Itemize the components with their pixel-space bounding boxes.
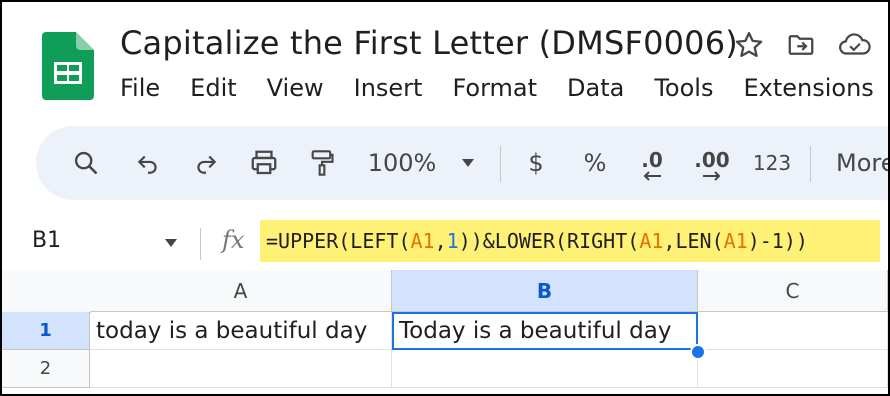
paint-format-icon[interactable] bbox=[304, 126, 340, 200]
formula-bar-divider bbox=[200, 228, 201, 260]
formula-bar: B1 fx =UPPER(LEFT(A1,1))&LOWER(RIGHT(A1,… bbox=[2, 218, 888, 271]
cell-c1[interactable] bbox=[698, 312, 888, 350]
cell-c2[interactable] bbox=[698, 350, 888, 388]
toolbar-divider bbox=[810, 146, 811, 182]
menu-insert[interactable]: Insert bbox=[354, 74, 423, 102]
percent-format-button[interactable]: % bbox=[580, 126, 610, 200]
more-formats-button[interactable]: More bbox=[836, 126, 888, 200]
menu-tools[interactable]: Tools bbox=[654, 74, 713, 102]
menu-extensions[interactable]: Extensions bbox=[743, 74, 873, 102]
increase-decimal-label: .00 bbox=[694, 148, 730, 172]
cell-b2[interactable] bbox=[392, 350, 698, 388]
menu-view[interactable]: View bbox=[267, 74, 324, 102]
formula-text: ,LEN( bbox=[663, 229, 724, 253]
arrow-right-icon bbox=[703, 171, 721, 181]
sheets-logo-icon[interactable] bbox=[42, 32, 94, 100]
menu-edit[interactable]: Edit bbox=[190, 74, 236, 102]
move-to-folder-icon[interactable] bbox=[786, 30, 816, 60]
cell-a2[interactable] bbox=[90, 350, 392, 388]
fx-icon: fx bbox=[222, 226, 245, 254]
formula-text: , bbox=[434, 229, 447, 253]
row-header-1[interactable]: 1 bbox=[2, 312, 90, 350]
name-box[interactable]: B1 bbox=[32, 228, 61, 253]
formula-cell-reference: A1 bbox=[723, 229, 748, 253]
cloud-status-icon[interactable] bbox=[838, 30, 872, 60]
redo-icon[interactable] bbox=[188, 126, 224, 200]
name-box-caret-icon[interactable] bbox=[164, 238, 178, 248]
cell-a1[interactable]: today is a beautiful day bbox=[90, 312, 392, 350]
column-header-c[interactable]: C bbox=[698, 270, 888, 312]
print-icon[interactable] bbox=[246, 126, 282, 200]
menu-data[interactable]: Data bbox=[567, 74, 624, 102]
arrow-left-icon bbox=[643, 171, 661, 181]
formula-cell-reference: A1 bbox=[410, 229, 435, 253]
decrease-decimal-label: .0 bbox=[641, 148, 663, 172]
zoom-caret-icon[interactable] bbox=[456, 126, 480, 200]
toolbar: 100% $ % .0 .00 123 More bbox=[36, 126, 888, 200]
formula-input[interactable]: =UPPER(LEFT(A1,1))&LOWER(RIGHT(A1,LEN(A1… bbox=[260, 220, 880, 262]
undo-icon[interactable] bbox=[130, 126, 166, 200]
column-header-a[interactable]: A bbox=[90, 270, 392, 312]
search-menus-icon[interactable] bbox=[68, 126, 104, 200]
app-window: Capitalize the First Letter (DMSF0006) F… bbox=[0, 0, 890, 396]
sheet-grid: A B C 1 2 today is a beautiful day Today… bbox=[2, 270, 888, 394]
zoom-select[interactable]: 100% bbox=[362, 126, 442, 200]
menu-file[interactable]: File bbox=[120, 74, 160, 102]
decrease-decimal-button[interactable]: .0 bbox=[634, 126, 670, 200]
currency-format-button[interactable]: $ bbox=[522, 126, 550, 200]
star-icon[interactable] bbox=[734, 30, 764, 60]
formula-text: ))&LOWER(RIGHT( bbox=[458, 229, 640, 253]
menu-bar: File Edit View Insert Format Data Tools … bbox=[120, 74, 888, 102]
document-title[interactable]: Capitalize the First Letter (DMSF0006) bbox=[120, 24, 738, 62]
formula-text: =UPPER(LEFT( bbox=[266, 229, 411, 253]
toolbar-divider bbox=[500, 146, 501, 182]
menu-format[interactable]: Format bbox=[452, 74, 537, 102]
row-header-2[interactable]: 2 bbox=[2, 350, 90, 388]
formula-number: 1 bbox=[446, 229, 459, 253]
increase-decimal-button[interactable]: .00 bbox=[692, 126, 732, 200]
cell-b1[interactable]: Today is a beautiful day bbox=[392, 312, 698, 350]
formula-text: )-1)) bbox=[747, 229, 808, 253]
column-header-b[interactable]: B bbox=[392, 270, 698, 312]
select-all-corner[interactable] bbox=[2, 270, 91, 313]
number-format-button[interactable]: 123 bbox=[750, 126, 794, 200]
fill-handle[interactable] bbox=[690, 344, 706, 360]
formula-cell-reference: A1 bbox=[639, 229, 664, 253]
